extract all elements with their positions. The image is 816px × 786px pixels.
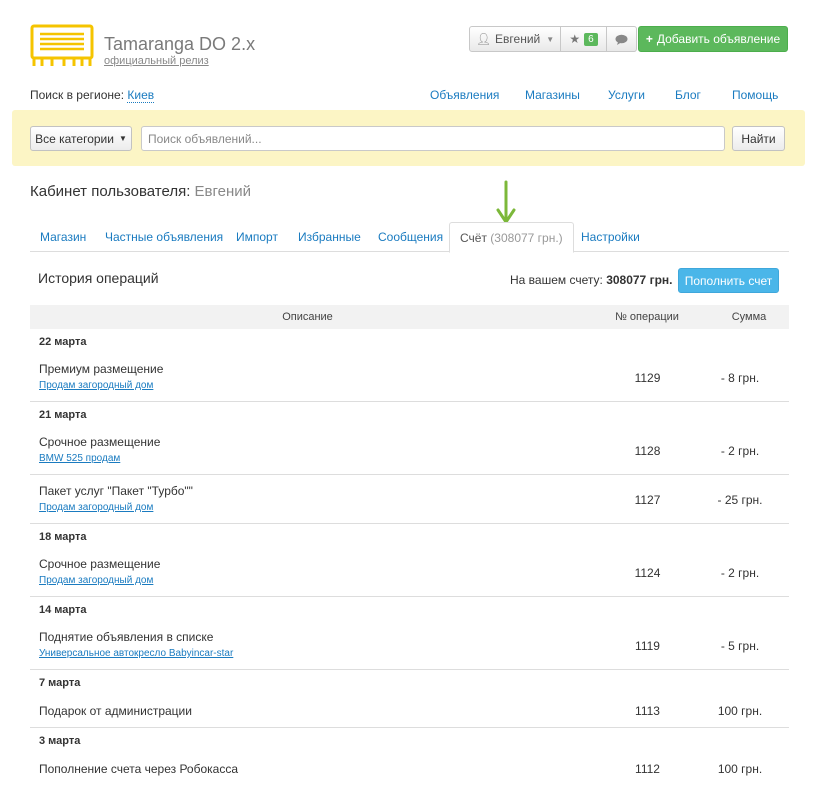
table-row: Срочное размещение Продам загородный дом… <box>30 548 789 597</box>
date-group-header: 22 марта <box>39 336 87 348</box>
add-listing-button[interactable]: + Добавить объявление <box>638 26 788 52</box>
operation-description: Поднятие объявления в списке <box>39 630 214 644</box>
operation-link[interactable]: Универсальное автокресло Babyincar-star <box>39 648 233 659</box>
page-title-user: Евгений <box>194 183 252 200</box>
balance-label: На вашем счету: <box>510 273 603 287</box>
table-row: Поднятие объявления в списке Универсальн… <box>30 621 789 670</box>
add-listing-label: Добавить объявление <box>656 32 781 46</box>
date-group-header: 21 марта <box>39 409 87 421</box>
table-row: Подарок от администрации 1113 100 грн. <box>30 694 789 728</box>
caret-down-icon: ▼ <box>546 34 555 44</box>
caret-down-icon: ▼ <box>118 134 127 143</box>
favorites-button[interactable]: ★ 6 <box>561 26 607 52</box>
operation-link[interactable]: Продам загородный дом <box>39 575 153 586</box>
brand-subtitle[interactable]: официальный релиз <box>104 55 209 67</box>
operation-description: Срочное размещение <box>39 435 161 449</box>
topup-button[interactable]: Пополнить счет <box>678 268 779 293</box>
region-link[interactable]: Киев <box>127 88 155 103</box>
header-amount: Сумма <box>731 311 767 323</box>
operations-table: 22 марта Премиум размещение Продам загор… <box>30 329 789 786</box>
operation-amount: - 5 грн. <box>720 639 760 653</box>
operation-number: 1127 <box>634 493 661 507</box>
operation-description: Пополнение счета через Робокасса <box>39 762 239 776</box>
operation-description: Премиум размещение <box>39 362 164 376</box>
search-bar: Все категории ▼ Найти <box>12 110 805 166</box>
operation-description: Подарок от администрации <box>39 704 192 718</box>
operation-link[interactable]: Продам загородный дом <box>39 502 153 513</box>
user-icon: 👤︎ <box>475 32 492 46</box>
table-header: Описание № операции Сумма <box>30 305 789 329</box>
tab-shop[interactable]: Магазин <box>30 222 96 252</box>
chat-icon <box>615 34 628 45</box>
operation-number: 1112 <box>635 762 660 776</box>
operation-number: 1113 <box>635 704 660 718</box>
tab-account[interactable]: Счёт (308077 грн.) <box>449 222 574 253</box>
date-group-header: 3 марта <box>39 735 81 747</box>
operation-number: 1119 <box>635 639 660 653</box>
table-row: Пополнение счета через Робокасса 1112 10… <box>30 752 789 786</box>
operation-number: 1124 <box>634 566 661 580</box>
tab-account-balance: (308077 грн.) <box>490 231 563 245</box>
operation-amount: 100 грн. <box>717 762 763 776</box>
user-button-group: 👤︎ Евгений ▼ ★ 6 <box>469 26 637 52</box>
favorites-count-badge: 6 <box>584 32 598 46</box>
user-menu-button[interactable]: 👤︎ Евгений ▼ <box>469 26 561 52</box>
balance-value: 308077 грн. <box>606 273 673 287</box>
operation-amount: - 2 грн. <box>720 444 760 458</box>
arrow-down-icon <box>496 180 516 224</box>
operation-amount: - 2 грн. <box>720 566 760 580</box>
tab-messages[interactable]: Сообщения <box>368 222 453 252</box>
operation-description: Пакет услуг "Пакет "Турбо"" <box>39 484 193 498</box>
tab-account-label: Счёт <box>460 231 487 245</box>
table-row: Премиум размещение Продам загородный дом… <box>30 353 789 402</box>
operation-amount: - 25 грн. <box>717 493 763 507</box>
date-group-header: 18 марта <box>39 531 87 543</box>
region-selector: Поиск в регионе: Киев <box>30 88 155 103</box>
operation-number: 1129 <box>634 371 661 385</box>
tab-private-listings[interactable]: Частные объявления <box>95 222 233 252</box>
header-description: Описание <box>282 311 333 323</box>
header-operation-number: № операции <box>615 311 679 323</box>
tab-import[interactable]: Импорт <box>226 222 288 252</box>
tab-settings[interactable]: Настройки <box>571 222 650 252</box>
category-label: Все категории <box>35 131 114 146</box>
operation-link[interactable]: BMW 525 продам <box>39 453 120 464</box>
tab-favorites[interactable]: Избранные <box>288 222 371 252</box>
table-row: Срочное размещение BMW 525 продам 1128 -… <box>30 426 789 475</box>
logo-icon[interactable] <box>30 24 94 68</box>
page-title-label: Кабинет пользователя: <box>30 183 191 200</box>
operation-number: 1128 <box>634 444 661 458</box>
messages-button[interactable] <box>607 26 637 52</box>
brand-name[interactable]: Tamaranga DO 2.x <box>104 34 255 55</box>
star-icon: ★ <box>569 32 581 46</box>
nav-help[interactable]: Помощь <box>732 88 778 102</box>
history-title: История операций <box>38 270 159 286</box>
date-group-header: 14 марта <box>39 604 87 616</box>
plus-icon: + <box>645 32 653 46</box>
operation-link[interactable]: Продам загородный дом <box>39 380 153 391</box>
search-button[interactable]: Найти <box>732 126 785 151</box>
region-label: Поиск в регионе: <box>30 88 125 102</box>
nav-services[interactable]: Услуги <box>608 88 645 102</box>
operation-amount: 100 грн. <box>717 704 763 718</box>
operation-description: Срочное размещение <box>39 557 161 571</box>
user-name: Евгений <box>495 32 541 46</box>
category-dropdown[interactable]: Все категории ▼ <box>30 126 132 151</box>
nav-blog[interactable]: Блог <box>675 88 701 102</box>
table-row: Пакет услуг "Пакет "Турбо"" Продам загор… <box>30 475 789 524</box>
page-title: Кабинет пользователя: Евгений <box>30 183 251 200</box>
search-input[interactable] <box>141 126 725 151</box>
nav-listings[interactable]: Объявления <box>430 88 499 102</box>
operation-amount: - 8 грн. <box>720 371 760 385</box>
account-balance: На вашем счету: 308077 грн. <box>510 273 672 287</box>
cabinet-tabs: Магазин Частные объявления Импорт Избран… <box>30 222 789 253</box>
nav-shops[interactable]: Магазины <box>525 88 580 102</box>
date-group-header: 7 марта <box>39 677 81 689</box>
